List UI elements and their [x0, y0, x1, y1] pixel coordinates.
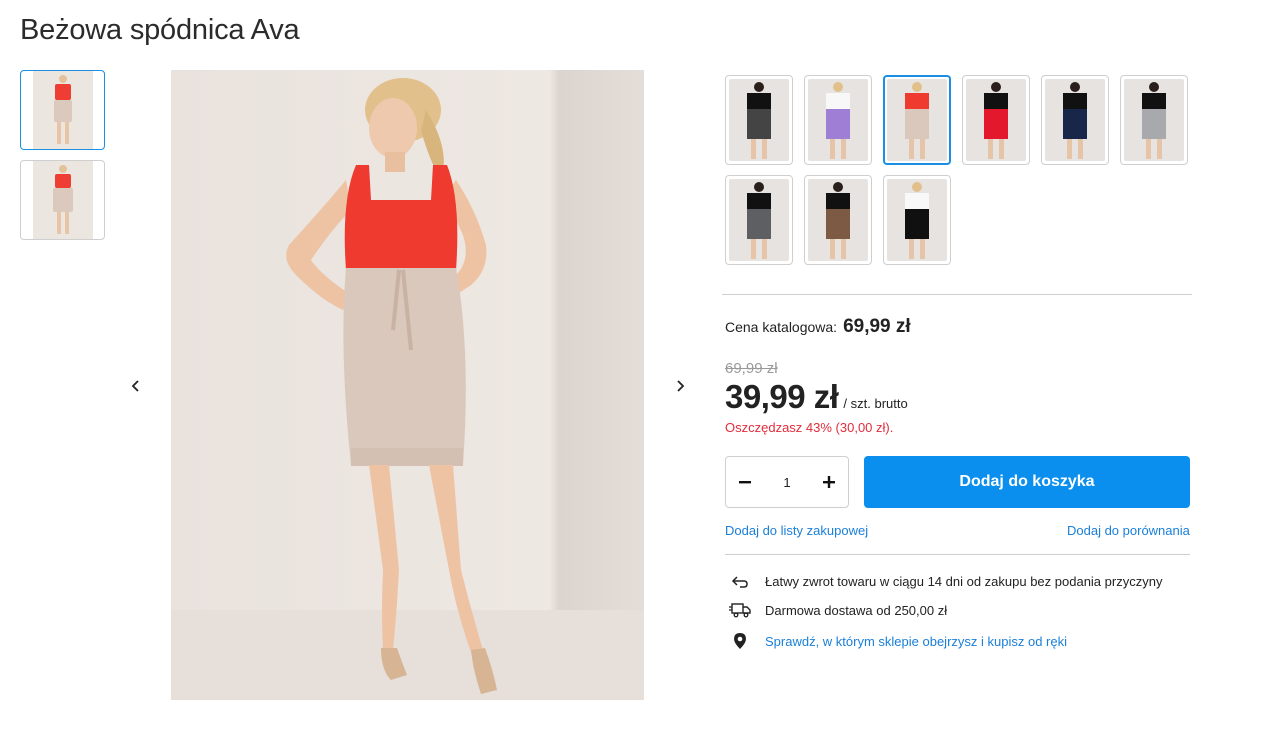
old-price: 69,99 zł [725, 360, 778, 377]
product-title: Beżowa spódnica Ava [20, 14, 300, 46]
variant-light-gray[interactable] [1120, 75, 1188, 165]
add-to-shopping-list-link[interactable]: Dodaj do listy zakupowej [725, 523, 868, 538]
variant-image [887, 179, 947, 261]
variant-image [729, 179, 789, 261]
chevron-right-icon [677, 380, 685, 392]
info-text: Łatwy zwrot towaru w ciągu 14 dni od zak… [765, 574, 1163, 589]
variant-lavender[interactable] [804, 75, 872, 165]
info-row-delivery: Darmowa dostawa od 250,00 zł [725, 602, 947, 618]
variant-black[interactable] [883, 175, 951, 265]
variant-red[interactable] [962, 75, 1030, 165]
variant-image [966, 79, 1026, 161]
gallery-prev-button[interactable] [126, 375, 146, 397]
thumbnail-image [32, 71, 93, 149]
variant-image [1124, 79, 1184, 161]
add-to-cart-button[interactable]: Dodaj do koszyka [864, 456, 1190, 508]
variant-image [808, 79, 868, 161]
variant-navy[interactable] [1041, 75, 1109, 165]
variant-image [729, 79, 789, 161]
minus-icon [739, 481, 751, 484]
variant-beige[interactable] [883, 75, 951, 165]
variant-image [808, 179, 868, 261]
catalog-price: Cena katalogowa: 69,99 zł [725, 316, 911, 338]
gallery-thumbnail-2[interactable] [20, 160, 105, 240]
add-to-compare-link[interactable]: Dodaj do porównania [1067, 523, 1190, 538]
catalog-price-value: 69,99 zł [843, 316, 911, 337]
info-row-returns: Łatwy zwrot towaru w ciągu 14 dni od zak… [725, 574, 1162, 589]
variant-dark-gray[interactable] [725, 75, 793, 165]
main-product-image[interactable] [171, 70, 644, 700]
variant-brown[interactable] [804, 175, 872, 265]
delivery-truck-icon [725, 602, 755, 618]
return-arrow-icon [725, 575, 755, 589]
plus-icon [823, 476, 835, 488]
quantity-input[interactable] [767, 474, 807, 490]
divider [725, 554, 1190, 555]
current-price: 39,99 zł / szt. brutto [725, 378, 908, 416]
divider [722, 294, 1192, 295]
chevron-left-icon [131, 380, 139, 392]
info-text: Darmowa dostawa od 250,00 zł [765, 602, 948, 618]
model-photo [171, 70, 644, 700]
gallery-next-button[interactable] [670, 375, 690, 397]
savings-text: Oszczędzasz 43% (30,00 zł). [725, 420, 894, 435]
quantity-increase-button[interactable] [820, 473, 838, 491]
quantity-decrease-button[interactable] [736, 473, 754, 491]
thumbnail-image [32, 161, 93, 239]
info-row-store: Sprawdź, w którym sklepie obejrzysz i ku… [725, 632, 1067, 650]
price-value: 39,99 zł [725, 378, 839, 415]
quantity-stepper [725, 456, 849, 508]
variant-image [1045, 79, 1105, 161]
variant-image [887, 79, 947, 161]
gallery-thumbnail-1[interactable] [20, 70, 105, 150]
location-pin-icon [725, 632, 755, 650]
store-availability-link[interactable]: Sprawdź, w którym sklepie obejrzysz i ku… [765, 634, 1067, 649]
price-unit: / szt. brutto [843, 396, 908, 411]
catalog-price-label: Cena katalogowa: [725, 319, 838, 335]
variant-graphite[interactable] [725, 175, 793, 265]
